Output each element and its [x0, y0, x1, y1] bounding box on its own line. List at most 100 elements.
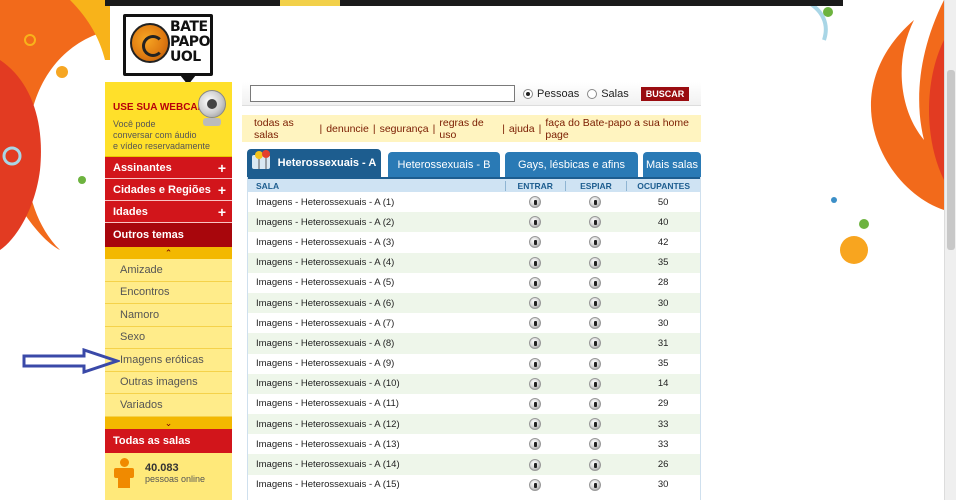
room-name[interactable]: Imagens - Heterossexuais - A (3): [248, 237, 505, 248]
spy-room-icon[interactable]: [589, 478, 602, 491]
buscar-button[interactable]: BUSCAR: [640, 86, 690, 101]
enter-room-icon[interactable]: [528, 337, 541, 350]
room-name[interactable]: Imagens - Heterossexuais - A (1): [248, 197, 505, 208]
tab-heterossexuais-a[interactable]: Heterossexuais - A: [247, 149, 381, 177]
room-name[interactable]: Imagens - Heterossexuais - A (5): [248, 277, 505, 288]
sidebar-subitem-imagens-eroticas[interactable]: Imagens eróticas: [105, 349, 232, 372]
link-ajuda[interactable]: ajuda: [509, 123, 535, 135]
enter-room-icon[interactable]: [528, 317, 541, 330]
enter-room-icon[interactable]: [528, 357, 541, 370]
table-row[interactable]: Imagens - Heterossexuais - A (11) 29: [248, 394, 700, 414]
table-row[interactable]: Imagens - Heterossexuais - A (4) 35: [248, 252, 700, 273]
spy-room-icon[interactable]: [589, 458, 602, 471]
scrollbar-thumb[interactable]: [947, 70, 955, 250]
enter-room-icon[interactable]: [528, 458, 541, 471]
enter-room-icon[interactable]: [528, 196, 541, 209]
link-todas-salas[interactable]: todas as salas: [254, 117, 315, 141]
enter-room-icon[interactable]: [528, 397, 541, 410]
sidebar-subitem-variados[interactable]: Variados: [105, 394, 232, 417]
table-row[interactable]: Imagens - Heterossexuais - A (8) 31: [248, 333, 700, 354]
sidebar-item-assinantes[interactable]: Assinantes +: [105, 157, 232, 179]
webcam-promo[interactable]: USE SUA WEBCAM! Você pode conversar com …: [105, 82, 232, 157]
sidebar-item-todas-salas[interactable]: Todas as salas: [105, 428, 232, 453]
chevron-down-icon[interactable]: ⌄: [105, 416, 232, 429]
sidebar-subitem-sexo[interactable]: Sexo: [105, 326, 232, 349]
enter-room-icon[interactable]: [528, 438, 541, 451]
link-regras-de-uso[interactable]: regras de uso: [439, 117, 498, 141]
table-row[interactable]: Imagens - Heterossexuais - A (10) 14: [248, 373, 700, 394]
spy-room-icon[interactable]: [589, 337, 602, 350]
room-name[interactable]: Imagens - Heterossexuais - A (12): [248, 419, 505, 430]
spy-room-icon[interactable]: [589, 216, 602, 229]
room-name[interactable]: Imagens - Heterossexuais - A (8): [248, 338, 505, 349]
room-name[interactable]: Imagens - Heterossexuais - A (7): [248, 318, 505, 329]
plus-icon[interactable]: +: [218, 204, 226, 220]
sidebar-subitem-namoro[interactable]: Namoro: [105, 304, 232, 327]
link-home-page[interactable]: faça do Bate-papo a sua home page: [545, 117, 701, 141]
spy-room-icon[interactable]: [589, 397, 602, 410]
browser-scrollbar[interactable]: [944, 0, 956, 500]
room-name[interactable]: Imagens - Heterossexuais - A (14): [248, 459, 505, 470]
tab-heterossexuais-b[interactable]: Heterossexuais - B: [388, 152, 500, 177]
enter-room-icon[interactable]: [528, 377, 541, 390]
table-row[interactable]: Imagens - Heterossexuais - A (14) 26: [248, 454, 700, 475]
bate-papo-uol-logo[interactable]: BATE PAPO UOL: [123, 14, 213, 85]
enter-room-icon[interactable]: [528, 478, 541, 491]
room-name[interactable]: Imagens - Heterossexuais - A (15): [248, 479, 505, 490]
room-name[interactable]: Imagens - Heterossexuais - A (6): [248, 298, 505, 309]
radio-pessoas[interactable]: [523, 88, 533, 99]
radio-pessoas-label[interactable]: Pessoas: [537, 88, 579, 100]
spy-room-icon[interactable]: [589, 418, 602, 431]
chevron-up-icon[interactable]: ⌃: [105, 247, 232, 259]
sidebar-item-outros-temas[interactable]: Outros temas: [105, 223, 232, 247]
spy-room-icon[interactable]: [589, 438, 602, 451]
sidebar-item-idades[interactable]: Idades +: [105, 201, 232, 223]
room-name[interactable]: Imagens - Heterossexuais - A (9): [248, 358, 505, 369]
spy-room-cell: [565, 377, 627, 390]
room-name[interactable]: Imagens - Heterossexuais - A (13): [248, 439, 505, 450]
radio-salas-label[interactable]: Salas: [601, 88, 629, 100]
spy-room-icon[interactable]: [589, 196, 602, 209]
link-denuncie[interactable]: denuncie: [326, 123, 369, 135]
plus-icon[interactable]: +: [218, 160, 226, 176]
table-row[interactable]: Imagens - Heterossexuais - A (7) 30: [248, 313, 700, 333]
spy-room-icon[interactable]: [589, 377, 602, 390]
table-row[interactable]: Imagens - Heterossexuais - A (13) 33: [248, 434, 700, 454]
table-row[interactable]: Imagens - Heterossexuais - A (6) 30: [248, 292, 700, 314]
room-name[interactable]: Imagens - Heterossexuais - A (10): [248, 378, 505, 389]
tab-mais-salas[interactable]: Mais salas: [643, 152, 701, 177]
spy-room-icon[interactable]: [589, 236, 602, 249]
enter-room-icon[interactable]: [528, 418, 541, 431]
table-row[interactable]: Imagens - Heterossexuais - A (15) 30: [248, 475, 700, 495]
plus-icon[interactable]: +: [218, 182, 226, 198]
spy-room-icon[interactable]: [589, 256, 602, 269]
enter-room-icon[interactable]: [528, 216, 541, 229]
enter-room-icon[interactable]: [528, 256, 541, 269]
table-row[interactable]: Imagens - Heterossexuais - A (5) 28: [248, 273, 700, 293]
link-seguranca[interactable]: segurança: [380, 123, 429, 135]
sidebar-item-cidades-regioes[interactable]: Cidades e Regiões +: [105, 179, 232, 201]
room-name[interactable]: Imagens - Heterossexuais - A (4): [248, 257, 505, 268]
table-row[interactable]: Imagens - Heterossexuais - A (12) 33: [248, 414, 700, 435]
room-name[interactable]: Imagens - Heterossexuais - A (2): [248, 217, 505, 228]
tab-gays-lesbicas[interactable]: Gays, lésbicas e afins: [505, 152, 638, 177]
sidebar-subitem-amizade[interactable]: Amizade: [105, 259, 232, 282]
table-row[interactable]: Imagens - Heterossexuais - A (1) 50: [248, 192, 700, 212]
spy-room-icon[interactable]: [589, 297, 602, 310]
spy-room-icon[interactable]: [589, 317, 602, 330]
radio-salas[interactable]: [587, 88, 598, 99]
room-name[interactable]: Imagens - Heterossexuais - A (11): [248, 398, 505, 409]
table-row[interactable]: Imagens - Heterossexuais - A (3) 42: [248, 232, 700, 252]
enter-room-icon[interactable]: [528, 236, 541, 249]
sidebar-subitem-encontros[interactable]: Encontros: [105, 281, 232, 304]
enter-room-icon[interactable]: [528, 276, 541, 289]
table-row[interactable]: Imagens - Heterossexuais - A (9) 35: [248, 354, 700, 374]
sidebar-subitem-outras-imagens[interactable]: Outras imagens: [105, 371, 232, 394]
decorative-swirl-left: [0, 0, 110, 250]
enter-room-cell: [505, 236, 565, 249]
search-input[interactable]: [250, 85, 515, 102]
enter-room-icon[interactable]: [528, 297, 541, 310]
table-row[interactable]: Imagens - Heterossexuais - A (2) 40: [248, 212, 700, 233]
spy-room-icon[interactable]: [589, 276, 602, 289]
spy-room-icon[interactable]: [589, 357, 602, 370]
